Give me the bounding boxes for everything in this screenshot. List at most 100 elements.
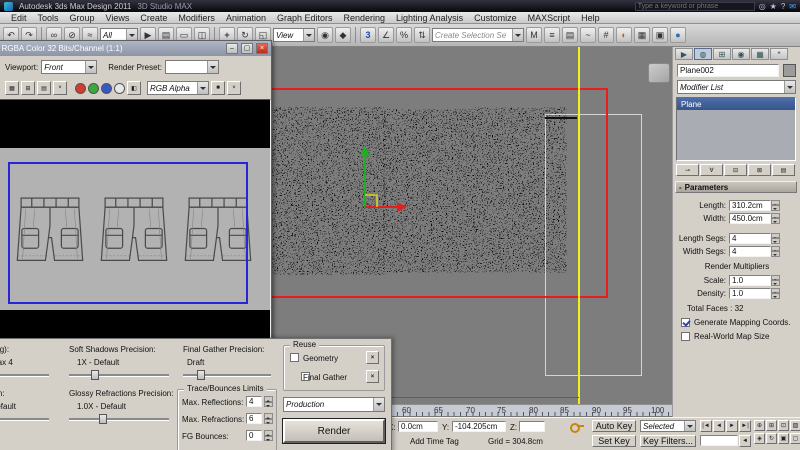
reuse-geometry-checkbox[interactable] [290, 353, 299, 362]
max-reflections-spinner[interactable] [264, 396, 273, 407]
coordinate-system-dropdown[interactable]: View [273, 28, 315, 42]
dolly-icon[interactable]: ▢ [790, 433, 800, 444]
select-manipulate-icon[interactable]: ◆ [335, 27, 351, 43]
density-spinner[interactable] [771, 288, 780, 299]
remove-modifier-icon[interactable]: ⊠ [748, 164, 771, 176]
menu-group[interactable]: Group [65, 13, 100, 23]
material-editor-icon[interactable]: ◐ [616, 27, 632, 43]
auto-key-button[interactable]: Auto Key [592, 420, 636, 432]
curve-editor-icon[interactable]: ~ [580, 27, 596, 43]
red-channel-icon[interactable] [75, 83, 86, 94]
length-field[interactable] [729, 200, 771, 211]
width-spinner[interactable] [771, 213, 780, 224]
mirror-icon[interactable]: M [526, 27, 542, 43]
render-production-icon[interactable]: ● [670, 27, 686, 43]
make-unique-icon[interactable]: ⊟ [724, 164, 747, 176]
save-image-icon[interactable]: ▦ [5, 81, 19, 95]
tab-modify-icon[interactable]: ◍ [694, 48, 712, 60]
tab-utilities-icon[interactable]: * [770, 48, 788, 60]
delete-final-gather-file-icon[interactable]: × [366, 370, 379, 383]
rendered-frame-window[interactable]: frame 0, RGBA Color 32 Bits/Channel (1:1… [0, 40, 272, 346]
length-spinner[interactable] [771, 200, 780, 211]
modifier-list-dropdown[interactable]: Modifier List [677, 80, 796, 94]
width-segs-field[interactable] [729, 246, 771, 257]
x-coordinate-field[interactable] [398, 421, 438, 432]
next-frame-button[interactable]: ◄ [739, 435, 751, 447]
pan-icon[interactable]: ◈ [754, 433, 765, 444]
delete-geometry-file-icon[interactable]: × [366, 351, 379, 364]
current-frame-field[interactable] [700, 435, 738, 446]
angle-snap-icon[interactable]: ∠ [378, 27, 394, 43]
real-world-checkbox[interactable] [681, 332, 690, 341]
favorites-star-icon[interactable]: ★ [770, 2, 777, 11]
scale-field[interactable] [729, 275, 771, 286]
object-color-swatch[interactable] [783, 64, 796, 77]
close-icon[interactable]: × [256, 43, 268, 54]
layer-manager-icon[interactable]: ▤ [562, 27, 578, 43]
tab-motion-icon[interactable]: ◉ [732, 48, 750, 60]
zoom-icon[interactable]: ⊕ [754, 420, 765, 431]
add-time-tag[interactable]: Add Time Tag [410, 437, 459, 446]
communication-center-icon[interactable]: ✉ [789, 2, 796, 11]
glossy-refractions-slider[interactable] [69, 414, 169, 424]
soft-shadows-slider[interactable] [69, 370, 169, 380]
viewcube[interactable] [648, 63, 670, 83]
align-icon[interactable]: ≡ [544, 27, 560, 43]
previous-frame-button[interactable]: ◄ [713, 420, 725, 432]
max-refractions-spinner[interactable] [264, 413, 273, 424]
pin-stack-icon[interactable]: ⊸ [676, 164, 699, 176]
key-selection-dropdown[interactable]: Selected [640, 420, 696, 432]
render-mode-dropdown[interactable]: Production [283, 397, 385, 412]
menu-tools[interactable]: Tools [33, 13, 64, 23]
maximize-viewport-icon[interactable]: ▣ [778, 433, 789, 444]
snaps-toggle-icon[interactable]: 3 [360, 27, 376, 43]
menu-modifiers[interactable]: Modifiers [173, 13, 220, 23]
menu-graph-editors[interactable]: Graph Editors [272, 13, 338, 23]
zoom-all-icon[interactable]: ⊞ [766, 420, 777, 431]
configure-stack-icon[interactable]: ▤ [772, 164, 795, 176]
final-gather-slider[interactable] [183, 370, 271, 380]
viewport-dropdown[interactable]: Front [41, 60, 97, 74]
move-gizmo[interactable] [345, 142, 415, 222]
named-selection-dropdown[interactable]: Create Selection Se [432, 28, 524, 42]
spinner-snap-icon[interactable]: ⇅ [414, 27, 430, 43]
zoom-region-icon[interactable]: ▧ [790, 420, 800, 431]
tab-display-icon[interactable]: ▦ [751, 48, 769, 60]
show-end-result-icon[interactable]: ∀ [700, 164, 723, 176]
key-filters-button[interactable]: Key Filters... [640, 435, 696, 447]
set-key-button[interactable]: Set Key [592, 435, 636, 447]
green-channel-icon[interactable] [88, 83, 99, 94]
percent-snap-icon[interactable]: % [396, 27, 412, 43]
fg-bounces-field[interactable] [246, 430, 262, 441]
menu-help[interactable]: Help [576, 13, 605, 23]
max-refractions-field[interactable] [246, 413, 262, 424]
generate-mapping-checkbox[interactable] [681, 318, 690, 327]
channel-display-dropdown[interactable]: RGB Alpha [147, 81, 209, 95]
region-render-marquee[interactable] [8, 162, 248, 304]
menu-edit[interactable]: Edit [6, 13, 32, 23]
menu-create[interactable]: Create [135, 13, 172, 23]
mono-channel-icon[interactable] [114, 83, 125, 94]
infocenter-search-input[interactable] [635, 2, 755, 11]
stack-item-plane[interactable]: Plane [677, 98, 795, 110]
zoom-extents-icon[interactable]: ⊡ [778, 420, 789, 431]
rendered-frame-window-icon[interactable]: ▣ [652, 27, 668, 43]
restore-icon[interactable]: ▢ [241, 43, 253, 54]
menu-lighting-analysis[interactable]: Lighting Analysis [391, 13, 468, 23]
menu-rendering[interactable]: Rendering [339, 13, 391, 23]
z-coordinate-field[interactable] [519, 421, 545, 432]
glossy-reflections-slider[interactable] [0, 414, 49, 424]
go-to-start-button[interactable]: |◄ [700, 420, 712, 432]
width-field[interactable] [729, 213, 771, 224]
menu-maxscript[interactable]: MAXScript [523, 13, 576, 23]
length-segs-spinner[interactable] [771, 233, 780, 244]
clear-image-icon[interactable]: × [53, 81, 67, 95]
schematic-view-icon[interactable]: # [598, 27, 614, 43]
menu-views[interactable]: Views [101, 13, 135, 23]
help-icon[interactable]: ? [781, 2, 785, 11]
alpha-channel-icon[interactable]: ◧ [127, 81, 141, 95]
y-coordinate-field[interactable] [452, 421, 506, 432]
width-segs-spinner[interactable] [771, 246, 780, 257]
search-icon[interactable]: ◎ [759, 2, 766, 11]
tab-hierarchy-icon[interactable]: ⊞ [713, 48, 731, 60]
